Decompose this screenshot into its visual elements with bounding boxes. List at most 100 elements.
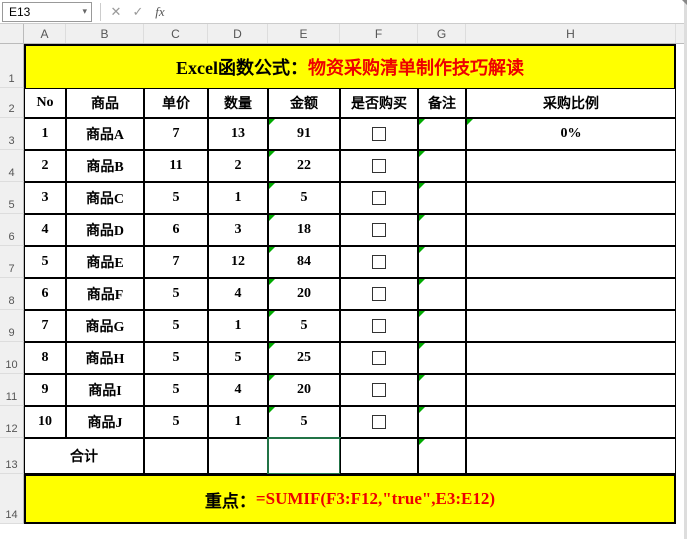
- row-header-9[interactable]: 9: [0, 310, 24, 342]
- cell-no[interactable]: 7: [24, 310, 66, 342]
- cell-buy[interactable]: [340, 342, 418, 374]
- cell-amount[interactable]: 18: [268, 214, 340, 246]
- cell-amount[interactable]: 20: [268, 278, 340, 310]
- cell-remark[interactable]: [418, 406, 466, 438]
- header-amount[interactable]: 金额: [268, 88, 340, 118]
- cell-name[interactable]: 商品F: [66, 278, 144, 310]
- cell-qty[interactable]: 1: [208, 182, 268, 214]
- row-header-3[interactable]: 3: [0, 118, 24, 150]
- formula-input[interactable]: [171, 2, 687, 22]
- header-remark[interactable]: 备注: [418, 88, 466, 118]
- checkbox-icon[interactable]: [372, 223, 386, 237]
- header-price[interactable]: 单价: [144, 88, 208, 118]
- cell-qty[interactable]: 13: [208, 118, 268, 150]
- cell-ratio[interactable]: 0%: [466, 118, 676, 150]
- cell-buy[interactable]: [340, 118, 418, 150]
- cell-ratio[interactable]: [466, 374, 676, 406]
- header-qty[interactable]: 数量: [208, 88, 268, 118]
- checkbox-icon[interactable]: [372, 255, 386, 269]
- checkbox-icon[interactable]: [372, 351, 386, 365]
- cell-amount[interactable]: 5: [268, 310, 340, 342]
- col-header-D[interactable]: D: [208, 24, 268, 43]
- confirm-icon[interactable]: ✓: [127, 4, 149, 20]
- cell-buy[interactable]: [340, 374, 418, 406]
- cell-buy[interactable]: [340, 214, 418, 246]
- cell-name[interactable]: 商品C: [66, 182, 144, 214]
- select-all-corner[interactable]: [0, 24, 24, 43]
- cell-no[interactable]: 4: [24, 214, 66, 246]
- header-no[interactable]: No: [24, 88, 66, 118]
- cell-amount[interactable]: 5: [268, 406, 340, 438]
- checkbox-icon[interactable]: [372, 127, 386, 141]
- cell-price[interactable]: 6: [144, 214, 208, 246]
- cell-price[interactable]: 5: [144, 310, 208, 342]
- total-price[interactable]: [144, 438, 208, 474]
- cell-qty[interactable]: 5: [208, 342, 268, 374]
- cell-buy[interactable]: [340, 310, 418, 342]
- cell-name[interactable]: 商品B: [66, 150, 144, 182]
- cell-qty[interactable]: 1: [208, 406, 268, 438]
- cell-amount[interactable]: 91: [268, 118, 340, 150]
- cell-remark[interactable]: [418, 278, 466, 310]
- header-name[interactable]: 商品: [66, 88, 144, 118]
- total-ratio[interactable]: [466, 438, 676, 474]
- cell-amount[interactable]: 25: [268, 342, 340, 374]
- cell-ratio[interactable]: [466, 310, 676, 342]
- cancel-icon[interactable]: ✕: [105, 4, 127, 20]
- cell-name[interactable]: 商品E: [66, 246, 144, 278]
- header-ratio[interactable]: 采购比例: [466, 88, 676, 118]
- cell-price[interactable]: 7: [144, 118, 208, 150]
- header-buy[interactable]: 是否购买: [340, 88, 418, 118]
- cell-ratio[interactable]: [466, 182, 676, 214]
- col-header-G[interactable]: G: [418, 24, 466, 43]
- cell-remark[interactable]: [418, 374, 466, 406]
- row-header-1[interactable]: 1: [0, 44, 24, 88]
- row-header-7[interactable]: 7: [0, 246, 24, 278]
- row-header-12[interactable]: 12: [0, 406, 24, 438]
- total-label[interactable]: 合计: [24, 438, 144, 474]
- row-header-4[interactable]: 4: [0, 150, 24, 182]
- dropdown-icon[interactable]: ▾: [82, 6, 87, 17]
- cell-amount[interactable]: 20: [268, 374, 340, 406]
- cell-buy[interactable]: [340, 246, 418, 278]
- cell-qty[interactable]: 3: [208, 214, 268, 246]
- cell-name[interactable]: 商品J: [66, 406, 144, 438]
- cell-name[interactable]: 商品G: [66, 310, 144, 342]
- cell-remark[interactable]: [418, 246, 466, 278]
- row-header-6[interactable]: 6: [0, 214, 24, 246]
- cell-price[interactable]: 5: [144, 278, 208, 310]
- cell-no[interactable]: 3: [24, 182, 66, 214]
- cell-price[interactable]: 7: [144, 246, 208, 278]
- row-header-13[interactable]: 13: [0, 438, 24, 474]
- row-header-8[interactable]: 8: [0, 278, 24, 310]
- cell-qty[interactable]: 12: [208, 246, 268, 278]
- cell-remark[interactable]: [418, 118, 466, 150]
- checkbox-icon[interactable]: [372, 415, 386, 429]
- footer-cell[interactable]: 重点： =SUMIF(F3:F12,"true",E3:E12): [24, 474, 676, 524]
- cell-no[interactable]: 8: [24, 342, 66, 374]
- cell-buy[interactable]: [340, 278, 418, 310]
- col-header-E[interactable]: E: [268, 24, 340, 43]
- cell-buy[interactable]: [340, 182, 418, 214]
- cell-no[interactable]: 5: [24, 246, 66, 278]
- col-header-A[interactable]: A: [24, 24, 66, 43]
- cell-remark[interactable]: [418, 150, 466, 182]
- cell-no[interactable]: 1: [24, 118, 66, 150]
- cell-remark[interactable]: [418, 342, 466, 374]
- col-header-F[interactable]: F: [340, 24, 418, 43]
- row-header-5[interactable]: 5: [0, 182, 24, 214]
- cell-ratio[interactable]: [466, 150, 676, 182]
- cell-amount[interactable]: 22: [268, 150, 340, 182]
- cell-ratio[interactable]: [466, 246, 676, 278]
- total-remark[interactable]: [418, 438, 466, 474]
- cell-no[interactable]: 10: [24, 406, 66, 438]
- cell-price[interactable]: 11: [144, 150, 208, 182]
- cell-no[interactable]: 9: [24, 374, 66, 406]
- cell-name[interactable]: 商品D: [66, 214, 144, 246]
- cell-ratio[interactable]: [466, 342, 676, 374]
- total-buy[interactable]: [340, 438, 418, 474]
- cell-no[interactable]: 6: [24, 278, 66, 310]
- cell-remark[interactable]: [418, 214, 466, 246]
- cell-qty[interactable]: 4: [208, 374, 268, 406]
- cell-qty[interactable]: 2: [208, 150, 268, 182]
